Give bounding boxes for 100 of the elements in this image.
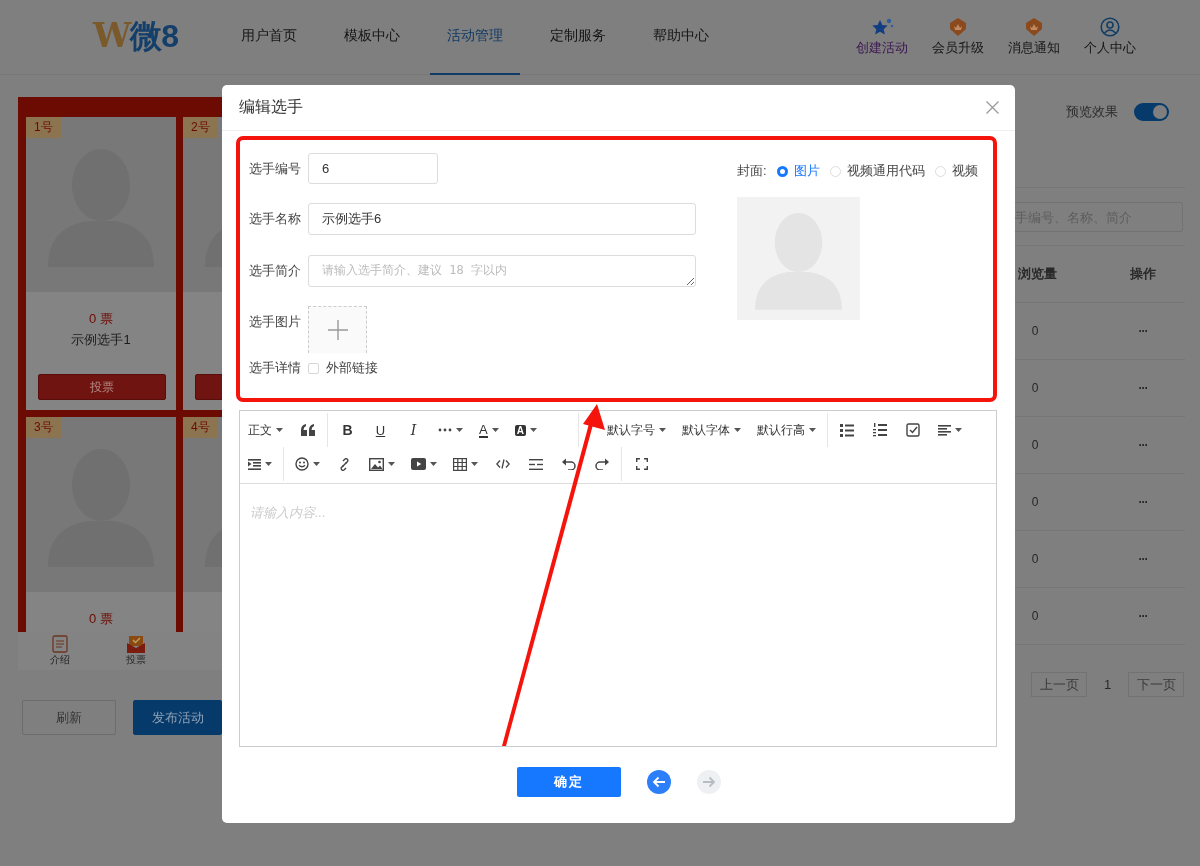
caret-icon (456, 428, 463, 432)
vote-count: 0 票 (89, 310, 113, 328)
underline-button[interactable]: U (375, 422, 386, 438)
field-label: 选手图片 (249, 313, 302, 331)
radio-label[interactable]: 图片 (793, 162, 820, 180)
toggle-label: 预览效果 (1066, 103, 1118, 121)
badge-icon (948, 17, 968, 37)
caret-icon (733, 428, 741, 432)
table-cell: 0 (1031, 381, 1039, 395)
bottom-nav-label[interactable]: 介绍 (50, 653, 70, 667)
caret-icon (276, 428, 283, 432)
bullet-list-icon[interactable] (840, 423, 855, 437)
more-actions-button[interactable]: ··· (1115, 438, 1185, 452)
table-cell: 0 (1031, 438, 1039, 452)
table-cell: 0 (1031, 495, 1039, 509)
field-label: 选手详情 (249, 359, 302, 377)
font-color-dropdown[interactable]: A (471, 413, 507, 447)
number-badge: 3号 (26, 417, 61, 438)
video-icon (411, 458, 426, 470)
font-size-dropdown[interactable]: 默认字号 (598, 413, 674, 447)
table-icon (453, 457, 467, 471)
background-color-dropdown[interactable]: A (506, 413, 545, 447)
preview-toggle[interactable] (1134, 103, 1169, 121)
indent-icon (248, 458, 261, 470)
refresh-button[interactable]: 刷新 (22, 700, 116, 735)
column-header: 浏览量 (1017, 265, 1058, 283)
italic-button[interactable]: I (397, 413, 430, 447)
divider-line-icon[interactable] (528, 458, 543, 470)
dialog-title: 编辑选手 (239, 97, 303, 117)
radio-label[interactable]: 视频通用代码 (846, 162, 925, 180)
number-badge: 2号 (183, 117, 218, 138)
caret-icon (471, 462, 478, 466)
more-actions-button[interactable]: ··· (1115, 495, 1185, 509)
action-label[interactable]: 个人中心 (1084, 39, 1136, 57)
confirm-button[interactable]: 确定 (516, 767, 621, 797)
arrow-right-icon (701, 776, 716, 788)
contestant-name: 示例选手1 (71, 331, 131, 349)
table-cell: 0 (1031, 324, 1039, 338)
field-label: 封面: (737, 162, 767, 180)
bold-button[interactable]: B (331, 413, 364, 447)
publish-button[interactable]: 发布活动 (133, 700, 222, 735)
font-family-dropdown[interactable]: 默认字体 (673, 413, 749, 447)
more-actions-button[interactable]: ··· (1115, 324, 1185, 338)
more-actions-button[interactable]: ··· (1115, 381, 1185, 395)
previous-button[interactable] (646, 770, 671, 794)
radio-button[interactable] (776, 165, 788, 177)
caret-icon (265, 462, 272, 466)
nav-tab[interactable]: 用户首页 (224, 0, 314, 75)
line-height-dropdown[interactable]: 默认行高 (748, 413, 824, 447)
close-icon[interactable] (986, 101, 999, 114)
checkbox-label[interactable]: 外部链接 (326, 359, 378, 377)
action-label[interactable]: 创建活动 (856, 39, 908, 57)
intro-field[interactable]: 请输入选手简介、建议 18 字以内 (308, 255, 696, 287)
caret-icon (658, 428, 666, 432)
vote-button[interactable]: 投票 (38, 374, 166, 400)
column-header: 操作 (1129, 265, 1157, 283)
checklist-icon[interactable] (906, 423, 921, 437)
caret-icon (529, 428, 537, 432)
bottom-nav-label[interactable]: 投票 (126, 652, 146, 667)
nav-tab[interactable]: 帮助中心 (636, 0, 726, 75)
smiley-icon (295, 457, 309, 471)
page-number[interactable]: 1 (1087, 677, 1128, 692)
more-actions-button[interactable]: ··· (1115, 552, 1185, 566)
field-label: 选手简介 (249, 262, 302, 280)
plus-icon (327, 320, 348, 340)
redo-icon[interactable] (594, 458, 609, 470)
caret-icon (430, 462, 437, 466)
logo-mark: W (93, 15, 131, 55)
quote-icon[interactable] (300, 424, 315, 436)
vote-count: 0 票 (89, 610, 113, 628)
image-icon (369, 457, 384, 471)
badge-icon (1024, 17, 1044, 37)
number-badge: 4号 (183, 417, 218, 438)
table-cell: 0 (1031, 609, 1039, 623)
caret-icon (313, 462, 320, 466)
caret-icon (954, 428, 962, 432)
nav-tab[interactable]: 模板中心 (327, 0, 417, 75)
envelope-check-icon[interactable] (127, 635, 145, 653)
numbered-list-icon[interactable] (873, 423, 888, 437)
radio-label[interactable]: 视频 (951, 162, 978, 180)
heading-dropdown[interactable]: 正文 (240, 413, 291, 447)
nav-tab[interactable]: 定制服务 (533, 0, 623, 75)
checkbox[interactable] (308, 362, 319, 374)
undo-icon[interactable] (561, 458, 576, 470)
action-label[interactable]: 消息通知 (1008, 39, 1060, 57)
code-icon[interactable] (495, 459, 510, 469)
action-label[interactable]: 会员升级 (932, 39, 984, 57)
star-icon (870, 17, 894, 37)
name-field[interactable]: 示例选手6 (308, 203, 696, 235)
arrow-left-icon (651, 776, 666, 788)
nav-tab[interactable]: 活动管理 (430, 0, 520, 75)
fullscreen-icon[interactable] (635, 458, 648, 470)
field-label: 选手名称 (249, 210, 302, 228)
caret-icon (491, 428, 499, 432)
more-actions-button[interactable]: ··· (1115, 609, 1185, 623)
align-left-icon (937, 424, 951, 436)
link-icon[interactable] (338, 457, 351, 471)
number-field[interactable]: 6 (308, 153, 438, 184)
user-icon (1100, 17, 1120, 37)
number-badge: 1号 (26, 117, 61, 138)
